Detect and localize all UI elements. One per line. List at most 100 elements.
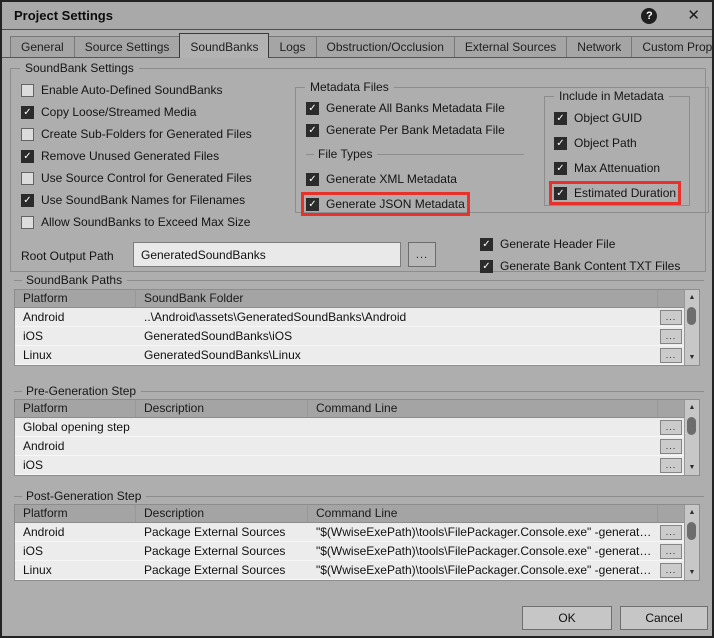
scrollbar-thumb[interactable] <box>687 307 696 325</box>
scroll-down-arrow-icon[interactable]: ▼ <box>685 350 699 365</box>
group-metadata-files: Metadata Files ✓Generate All Banks Metad… <box>295 87 709 213</box>
checkbox-checked-icon[interactable]: ✓ <box>554 137 567 150</box>
checkbox-generate-all-banks-metadata-file[interactable]: ✓Generate All Banks Metadata File <box>306 101 505 115</box>
close-icon[interactable]: ✕ <box>687 8 700 24</box>
vertical-scrollbar[interactable]: ▲▼ <box>684 505 699 580</box>
table-row[interactable]: LinuxGeneratedSoundBanks\Linux... <box>15 346 684 365</box>
tab-source-settings[interactable]: Source Settings <box>74 36 181 57</box>
checkbox-object-path[interactable]: ✓Object Path <box>554 136 637 150</box>
scroll-up-arrow-icon[interactable]: ▲ <box>685 400 699 415</box>
scroll-up-arrow-icon[interactable]: ▲ <box>685 290 699 305</box>
checkbox-allow-soundbanks-to-exceed-max-size[interactable]: Allow SoundBanks to Exceed Max Size <box>21 215 250 229</box>
checkbox-use-soundbank-names-for-filenames[interactable]: ✓Use SoundBank Names for Filenames <box>21 193 245 207</box>
checkbox-remove-unused-generated-files[interactable]: ✓Remove Unused Generated Files <box>21 149 219 163</box>
checkbox-checked-icon[interactable]: ✓ <box>306 198 319 211</box>
checkbox-label: Create Sub-Folders for Generated Files <box>41 127 252 141</box>
row-browse-button[interactable]: ... <box>660 329 682 344</box>
checkbox-checked-icon[interactable]: ✓ <box>480 238 493 251</box>
column-header-soundbank-folder[interactable]: SoundBank Folder <box>136 290 658 307</box>
checkbox-checked-icon[interactable]: ✓ <box>306 173 319 186</box>
checkbox-checked-icon[interactable]: ✓ <box>21 106 34 119</box>
tab-soundbanks[interactable]: SoundBanks <box>179 33 269 58</box>
checkbox-unchecked-icon[interactable] <box>21 84 34 97</box>
checkbox-object-guid[interactable]: ✓Object GUID <box>554 111 642 125</box>
cancel-button[interactable]: Cancel <box>620 606 708 630</box>
row-actions-cell: ... <box>658 439 684 454</box>
column-header-command-line[interactable]: Command Line <box>308 505 658 522</box>
scroll-up-arrow-icon[interactable]: ▲ <box>685 505 699 520</box>
checkbox-generate-bank-content-txt-files[interactable]: ✓Generate Bank Content TXT Files <box>480 259 680 273</box>
checkbox-checked-icon[interactable]: ✓ <box>554 112 567 125</box>
table-cell: Android <box>15 525 136 539</box>
vertical-scrollbar[interactable]: ▲▼ <box>684 290 699 365</box>
row-browse-button[interactable]: ... <box>660 439 682 454</box>
root-output-path-browse-button[interactable]: ... <box>408 242 436 267</box>
row-browse-button[interactable]: ... <box>660 563 682 578</box>
tab-network[interactable]: Network <box>566 36 632 57</box>
row-browse-button[interactable]: ... <box>660 544 682 559</box>
checkbox-checked-icon[interactable]: ✓ <box>480 260 493 273</box>
checkbox-estimated-duration[interactable]: ✓Estimated Duration <box>554 186 676 200</box>
checkbox-checked-icon[interactable]: ✓ <box>554 162 567 175</box>
checkbox-label: Max Attenuation <box>574 161 660 175</box>
scroll-down-arrow-icon[interactable]: ▼ <box>685 460 699 475</box>
checkbox-unchecked-icon[interactable] <box>21 172 34 185</box>
checkbox-generate-xml-metadata[interactable]: ✓Generate XML Metadata <box>306 172 457 186</box>
help-icon[interactable]: ? <box>641 8 657 24</box>
metadata-files-column: ✓Generate All Banks Metadata File ✓Genera… <box>306 101 524 222</box>
checkbox-checked-icon[interactable]: ✓ <box>21 150 34 163</box>
checkbox-use-source-control-for-generated-files[interactable]: Use Source Control for Generated Files <box>21 171 252 185</box>
table-cell: Android <box>15 310 136 324</box>
checkbox-checked-icon[interactable]: ✓ <box>306 124 319 137</box>
row-browse-button[interactable]: ... <box>660 310 682 325</box>
table-row[interactable]: AndroidPackage External Sources"$(WwiseE… <box>15 523 684 542</box>
row-browse-button[interactable]: ... <box>660 525 682 540</box>
row-browse-button[interactable]: ... <box>660 458 682 473</box>
scrollbar-thumb[interactable] <box>687 417 696 435</box>
column-header-command-line[interactable]: Command Line <box>308 400 658 417</box>
checkbox-max-attenuation[interactable]: ✓ Max Attenuation <box>554 161 660 175</box>
vertical-scrollbar[interactable]: ▲▼ <box>684 400 699 475</box>
scroll-down-arrow-icon[interactable]: ▼ <box>685 565 699 580</box>
tab-obstruction-occlusion[interactable]: Obstruction/Occlusion <box>316 36 455 57</box>
checkbox-unchecked-icon[interactable] <box>21 128 34 141</box>
column-header-description[interactable]: Description <box>136 505 308 522</box>
checkbox-generate-per-bank-metadata-file[interactable]: ✓Generate Per Bank Metadata File <box>306 123 505 137</box>
column-header-description[interactable]: Description <box>136 400 308 417</box>
row-browse-button[interactable]: ... <box>660 348 682 363</box>
checkbox-copy-loose-streamed-media[interactable]: ✓ Copy Loose/Streamed Media <box>21 105 196 119</box>
table-row[interactable]: iOS... <box>15 456 684 475</box>
tab-logs[interactable]: Logs <box>268 36 316 57</box>
table-row[interactable]: iOSGeneratedSoundBanks\iOS... <box>15 327 684 346</box>
checkbox-checked-icon[interactable]: ✓ <box>554 187 567 200</box>
row-actions-cell: ... <box>658 329 684 344</box>
column-header-platform[interactable]: Platform <box>15 505 136 522</box>
table-row[interactable]: Android... <box>15 437 684 456</box>
table-row[interactable]: LinuxPackage External Sources"$(WwiseExe… <box>15 561 684 580</box>
checkbox-label: Copy Loose/Streamed Media <box>41 105 196 119</box>
row-actions-cell: ... <box>658 458 684 473</box>
checkbox-unchecked-icon[interactable] <box>21 216 34 229</box>
table-cell: Package External Sources <box>136 563 308 577</box>
root-output-path-input[interactable] <box>133 242 401 267</box>
table-row[interactable]: iOSPackage External Sources"$(WwiseExePa… <box>15 542 684 561</box>
table-row[interactable]: Global opening step... <box>15 418 684 437</box>
scrollbar-thumb[interactable] <box>687 522 696 540</box>
column-header-actions <box>658 400 684 417</box>
checkbox-label: Use Source Control for Generated Files <box>41 171 252 185</box>
checkbox-checked-icon[interactable]: ✓ <box>21 194 34 207</box>
checkbox-generate-json-metadata[interactable]: ✓Generate JSON Metadata <box>306 197 465 211</box>
root-output-path-label: Root Output Path <box>21 249 114 263</box>
tab-custom-properties[interactable]: Custom Properties <box>631 36 714 57</box>
row-browse-button[interactable]: ... <box>660 420 682 435</box>
table-row[interactable]: Android..\Android\assets\GeneratedSoundB… <box>15 308 684 327</box>
tab-external-sources[interactable]: External Sources <box>454 36 567 57</box>
checkbox-checked-icon[interactable]: ✓ <box>306 102 319 115</box>
column-header-platform[interactable]: Platform <box>15 400 136 417</box>
checkbox-generate-header-file[interactable]: ✓Generate Header File <box>480 237 615 251</box>
checkbox-create-sub-folders-for-generated-files[interactable]: Create Sub-Folders for Generated Files <box>21 127 252 141</box>
column-header-platform[interactable]: Platform <box>15 290 136 307</box>
ok-button[interactable]: OK <box>522 606 612 630</box>
checkbox-enable-auto-defined-soundbanks[interactable]: Enable Auto-Defined SoundBanks <box>21 83 222 97</box>
tab-general[interactable]: General <box>10 36 75 57</box>
